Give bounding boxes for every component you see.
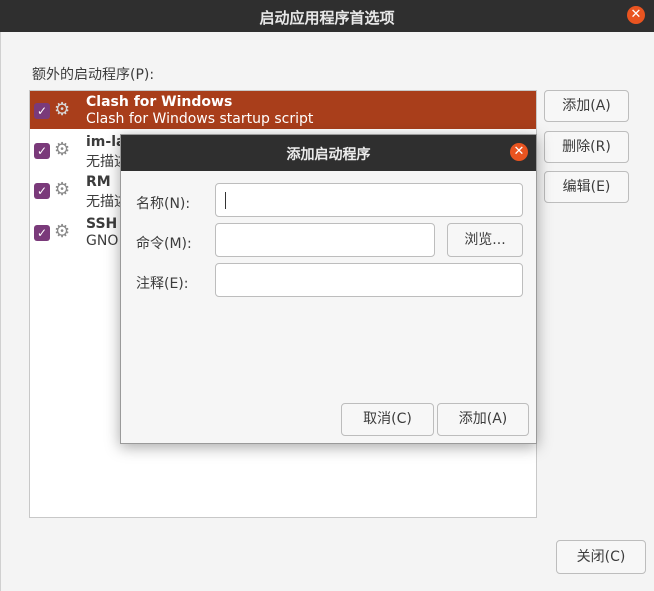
item-name: RM (86, 174, 111, 190)
name-label: 名称(N): (136, 196, 191, 212)
remove-button[interactable]: 删除(R) (544, 131, 629, 163)
command-field[interactable] (215, 223, 435, 257)
list-item[interactable]: ✓ ⚙ Clash for Windows Clash for Windows … (30, 91, 536, 129)
dialog-title: 添加启动程序 (286, 147, 371, 163)
checkbox[interactable]: ✓ (34, 183, 50, 199)
close-button[interactable]: 关闭(C) (556, 540, 646, 574)
gears-icon: ⚙ (54, 179, 71, 200)
browse-button[interactable]: 浏览... (447, 223, 523, 257)
gears-icon: ⚙ (54, 99, 71, 120)
comment-field[interactable] (215, 263, 523, 297)
window-close-icon[interactable]: ✕ (627, 6, 645, 24)
item-name: Clash for Windows (86, 94, 233, 110)
gears-icon: ⚙ (54, 139, 71, 160)
window-titlebar: 启动应用程序首选项 ✕ (0, 0, 654, 32)
dialog-add-button[interactable]: 添加(A) (437, 403, 529, 436)
text-caret (225, 192, 226, 209)
dialog-titlebar: 添加启动程序 ✕ (121, 135, 536, 171)
item-description: GNO (86, 233, 119, 249)
checkbox[interactable]: ✓ (34, 103, 50, 119)
gears-icon: ⚙ (54, 221, 71, 242)
command-label: 命令(M): (136, 236, 192, 252)
cancel-button[interactable]: 取消(C) (341, 403, 434, 436)
window-title: 启动应用程序首选项 (259, 9, 395, 27)
comment-label: 注释(E): (136, 276, 189, 292)
startup-programs-label: 额外的启动程序(P): (32, 67, 155, 83)
dialog-close-icon[interactable]: ✕ (510, 143, 528, 161)
add-button[interactable]: 添加(A) (544, 90, 629, 122)
name-field[interactable] (215, 183, 523, 217)
item-name: SSH (86, 216, 118, 232)
add-startup-dialog: 添加启动程序 ✕ 名称(N): 命令(M): 浏览... 注释(E): 取消(C… (120, 134, 537, 444)
checkbox[interactable]: ✓ (34, 225, 50, 241)
checkbox[interactable]: ✓ (34, 143, 50, 159)
edit-button[interactable]: 编辑(E) (544, 171, 629, 203)
item-description: Clash for Windows startup script (86, 111, 314, 127)
